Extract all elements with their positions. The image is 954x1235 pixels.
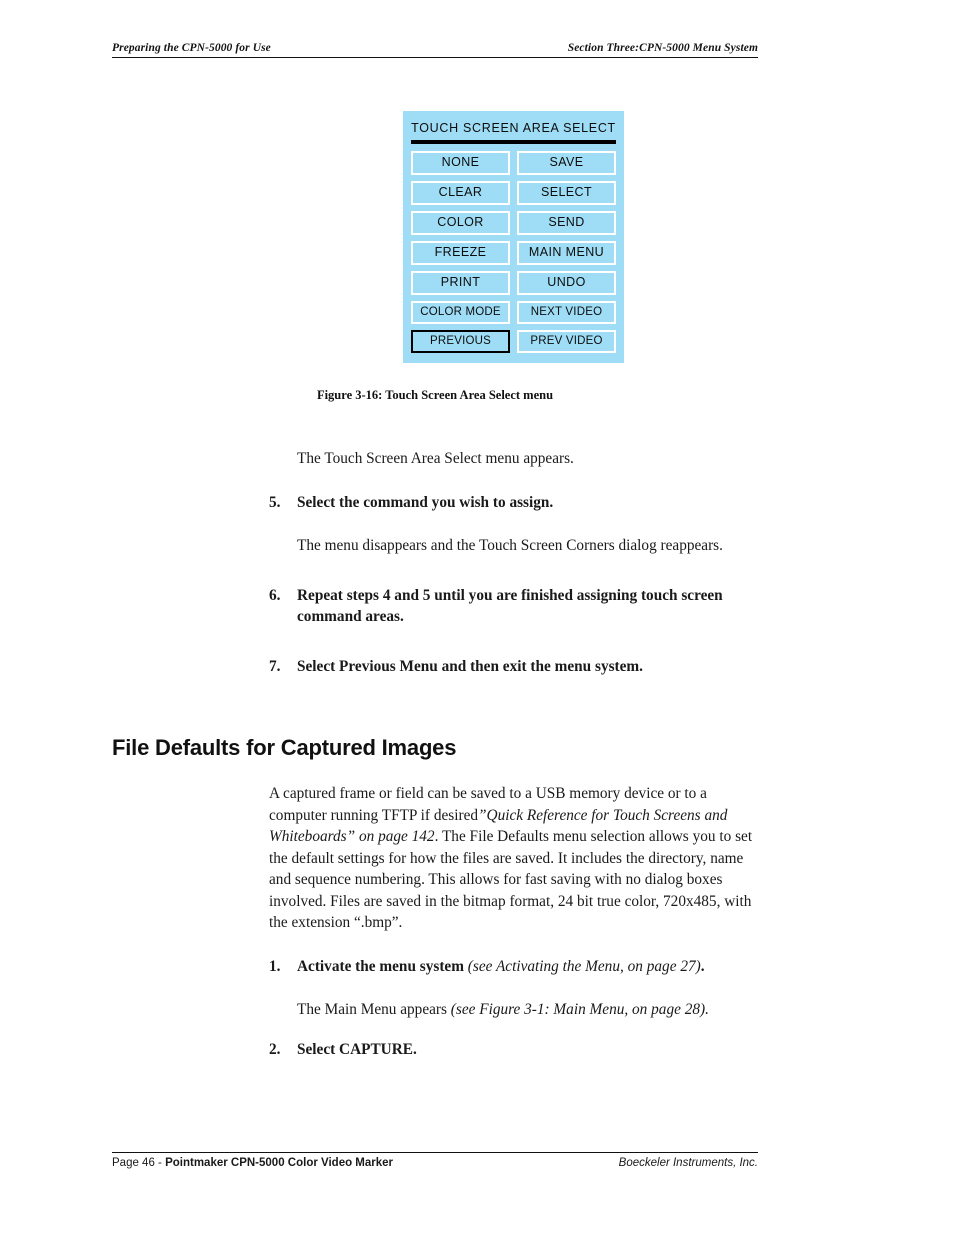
- step-2-text: Select CAPTURE.: [297, 1040, 417, 1058]
- file-defaults-paragraph: A captured frame or field can be saved t…: [269, 783, 758, 934]
- step-1-cross-reference: (see Activating the Menu, on page 27): [463, 957, 701, 975]
- step-1: 1. Activate the menu system (see Activat…: [269, 956, 758, 978]
- menu-button-print[interactable]: PRINT: [411, 271, 510, 296]
- step-6-text: Repeat steps 4 and 5 until you are finis…: [297, 586, 723, 626]
- menu-button-clear[interactable]: CLEAR: [411, 180, 510, 205]
- menu-button-next-video[interactable]: NEXT VIDEO: [517, 301, 616, 325]
- step-1-period: .: [700, 957, 705, 975]
- after-step-1-cross-reference: (see Figure 3-1: Main Menu, on page 28).: [450, 1001, 709, 1018]
- step-6: 6. Repeat steps 4 and 5 until you are fi…: [269, 585, 758, 628]
- step-2: 2. Select CAPTURE.: [269, 1039, 758, 1061]
- after-step-1-text: The Main Menu appears: [297, 1001, 451, 1018]
- step-1-number: 1.: [269, 957, 281, 975]
- menu-button-freeze[interactable]: FREEZE: [411, 240, 510, 265]
- footer-page-number: Page 46 -: [112, 1157, 166, 1169]
- menu-row: CLEAR SELECT: [411, 180, 616, 205]
- menu-button-undo[interactable]: UNDO: [517, 271, 616, 296]
- menu-button-main-menu[interactable]: MAIN MENU: [517, 240, 616, 265]
- figure-touch-screen-area-select: TOUCH SCREEN AREA SELECT NONE SAVE CLEAR…: [403, 111, 624, 364]
- step-1-label: Activate the menu system: [297, 957, 464, 975]
- step-6-number: 6.: [269, 586, 281, 604]
- step-5-number: 5.: [269, 493, 281, 511]
- menu-row: COLOR MODE NEXT VIDEO: [411, 301, 616, 325]
- step-5-text: Select the command you wish to assign.: [297, 493, 554, 511]
- menu-row: FREEZE MAIN MENU: [411, 240, 616, 265]
- intro-paragraph: The Touch Screen Area Select menu appear…: [297, 450, 574, 467]
- page-footer: Page 46 - Pointmaker CPN-5000 Color Vide…: [112, 1152, 758, 1169]
- footer-product-name: Pointmaker CPN-5000 Color Video Marker: [165, 1157, 394, 1169]
- menu-button-save[interactable]: SAVE: [517, 150, 616, 175]
- step-1-text: Activate the menu system (see Activating…: [297, 956, 758, 978]
- step-7: 7. Select Previous Menu and then exit th…: [269, 656, 758, 678]
- menu-button-select[interactable]: SELECT: [517, 180, 616, 205]
- after-step-5-paragraph: The menu disappears and the Touch Screen…: [297, 537, 723, 554]
- step-7-text: Select Previous Menu and then exit the m…: [297, 657, 643, 675]
- menu-button-prev-video[interactable]: PREV VIDEO: [517, 330, 616, 354]
- step-7-number: 7.: [269, 657, 281, 675]
- menu-row: PRINT UNDO: [411, 271, 616, 296]
- step-5: 5. Select the command you wish to assign…: [269, 492, 758, 514]
- menu-button-color[interactable]: COLOR: [411, 210, 510, 235]
- step-2-number: 2.: [269, 1040, 281, 1058]
- page-header: Preparing the CPN-5000 for Use Section T…: [112, 42, 758, 58]
- touch-screen-area-select-menu: TOUCH SCREEN AREA SELECT NONE SAVE CLEAR…: [403, 111, 624, 364]
- menu-button-send[interactable]: SEND: [517, 210, 616, 235]
- header-right-text: Section Three:CPN-5000 Menu System: [567, 42, 758, 54]
- menu-button-none[interactable]: NONE: [411, 150, 510, 175]
- page-title: File Defaults for Captured Images: [112, 735, 457, 760]
- menu-row: NONE SAVE: [411, 150, 616, 175]
- footer-left-text: Page 46 - Pointmaker CPN-5000 Color Vide…: [112, 1157, 393, 1169]
- after-step-1-paragraph: The Main Menu appears (see Figure 3-1: M…: [297, 999, 758, 1021]
- menu-title-divider: [411, 140, 616, 144]
- menu-button-previous[interactable]: PREVIOUS: [411, 330, 510, 354]
- menu-title: TOUCH SCREEN AREA SELECT: [411, 121, 616, 135]
- footer-company-name: Boeckeler Instruments, Inc.: [618, 1157, 758, 1169]
- menu-button-color-mode[interactable]: COLOR MODE: [411, 301, 510, 325]
- header-left-text: Preparing the CPN-5000 for Use: [112, 42, 271, 54]
- menu-row: COLOR SEND: [411, 210, 616, 235]
- figure-caption: Figure 3-16: Touch Screen Area Select me…: [316, 388, 554, 402]
- document-body: The Touch Screen Area Select menu appear…: [112, 448, 758, 1060]
- menu-row: PREVIOUS PREV VIDEO: [411, 330, 616, 354]
